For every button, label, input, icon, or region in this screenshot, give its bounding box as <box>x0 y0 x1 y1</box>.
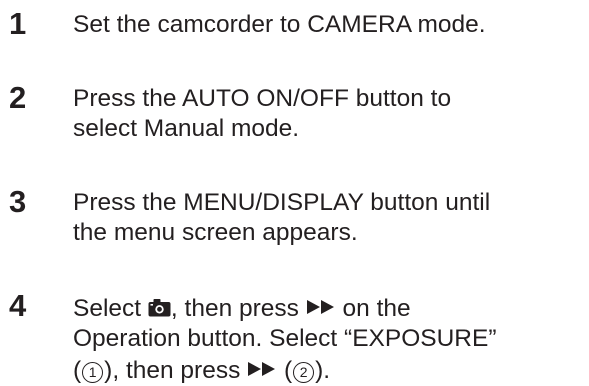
step-text: Press the MENU/DISPLAY button until the … <box>73 188 589 248</box>
step-number: 2 <box>9 80 27 115</box>
step-text: Set the camcorder to CAMERA mode. <box>73 10 589 40</box>
camera-icon <box>148 295 171 317</box>
step-text: Select , then press on the Operation but… <box>73 292 589 386</box>
step-text-segment: ). <box>315 357 331 384</box>
step-number: 1 <box>9 6 27 41</box>
fast-forward-icon <box>247 354 277 376</box>
step-line: Operation button. Select “EXPOSURE” <box>73 325 497 352</box>
step-line: Select , then press on the <box>73 292 589 324</box>
step-line: Press the MENU/DISPLAY button until <box>73 189 491 216</box>
step-line: (1), then press (2). <box>73 354 589 386</box>
step-line: select Manual mode. <box>73 115 300 142</box>
step-line: Set the camcorder to CAMERA mode. <box>73 11 486 38</box>
step-text-segment: ( <box>277 357 293 384</box>
circled-number-2: 2 <box>293 362 315 383</box>
step-text-segment: , then press <box>170 295 306 322</box>
step-text: Press the AUTO ON/OFF button to select M… <box>73 84 589 144</box>
step-line: the menu screen appears. <box>73 219 358 246</box>
step-number: 4 <box>9 288 27 323</box>
step-line: Press the AUTO ON/OFF button to <box>73 85 452 112</box>
step-text-segment: on the <box>335 295 411 322</box>
step-text-segment: Select <box>73 295 148 322</box>
step-text-segment: ( <box>73 357 82 384</box>
step-number: 3 <box>9 184 27 219</box>
step-text-segment: ), then press <box>104 357 248 384</box>
fast-forward-icon <box>306 292 336 314</box>
circled-number-1: 1 <box>82 362 104 383</box>
